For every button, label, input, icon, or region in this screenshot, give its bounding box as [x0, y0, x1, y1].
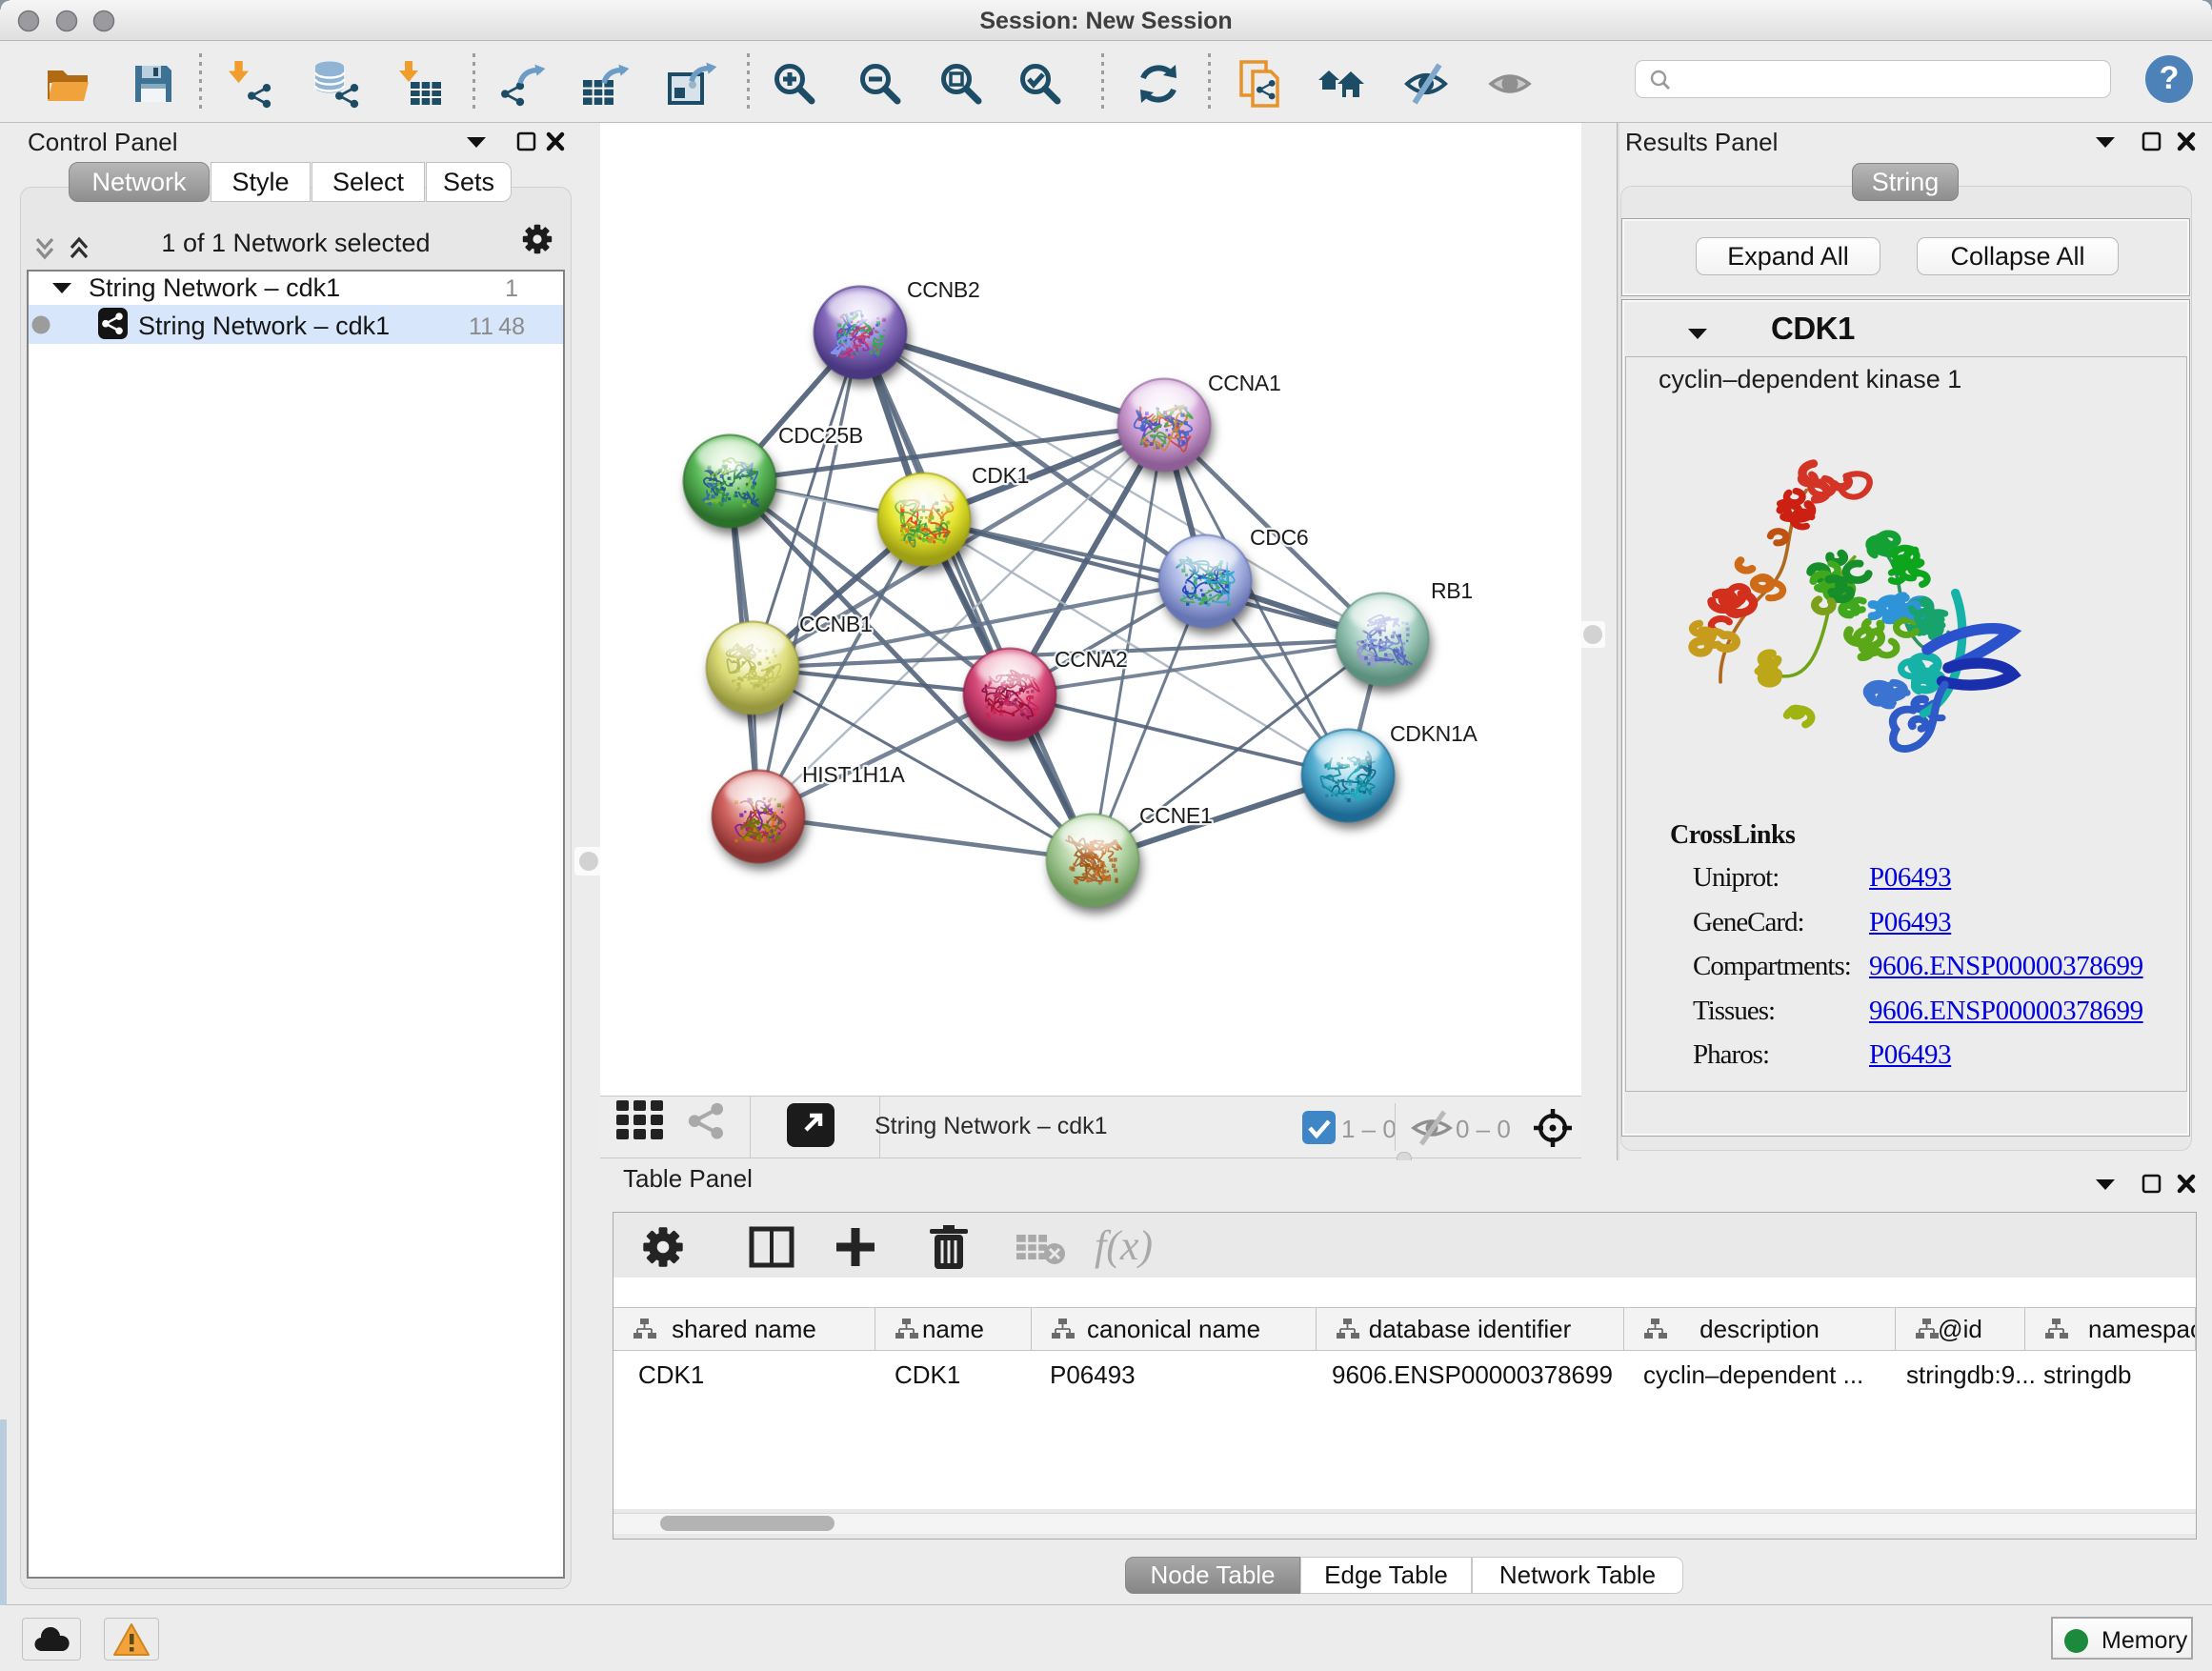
svg-text:CCNA1: CCNA1 [1208, 371, 1280, 395]
svg-text:CDC6: CDC6 [1250, 525, 1308, 550]
svg-text:CDC25B: CDC25B [778, 423, 863, 448]
svg-text:CCNA2: CCNA2 [1055, 647, 1127, 672]
svg-text:HIST1H1A: HIST1H1A [802, 762, 905, 787]
svg-text:CCNB2: CCNB2 [907, 277, 979, 302]
svg-text:CDKN1A: CDKN1A [1390, 721, 1478, 746]
svg-text:CCNB1: CCNB1 [799, 612, 872, 636]
svg-text:RB1: RB1 [1431, 578, 1473, 603]
svg-text:CCNE1: CCNE1 [1139, 803, 1212, 828]
svg-text:CDK1: CDK1 [972, 463, 1029, 488]
